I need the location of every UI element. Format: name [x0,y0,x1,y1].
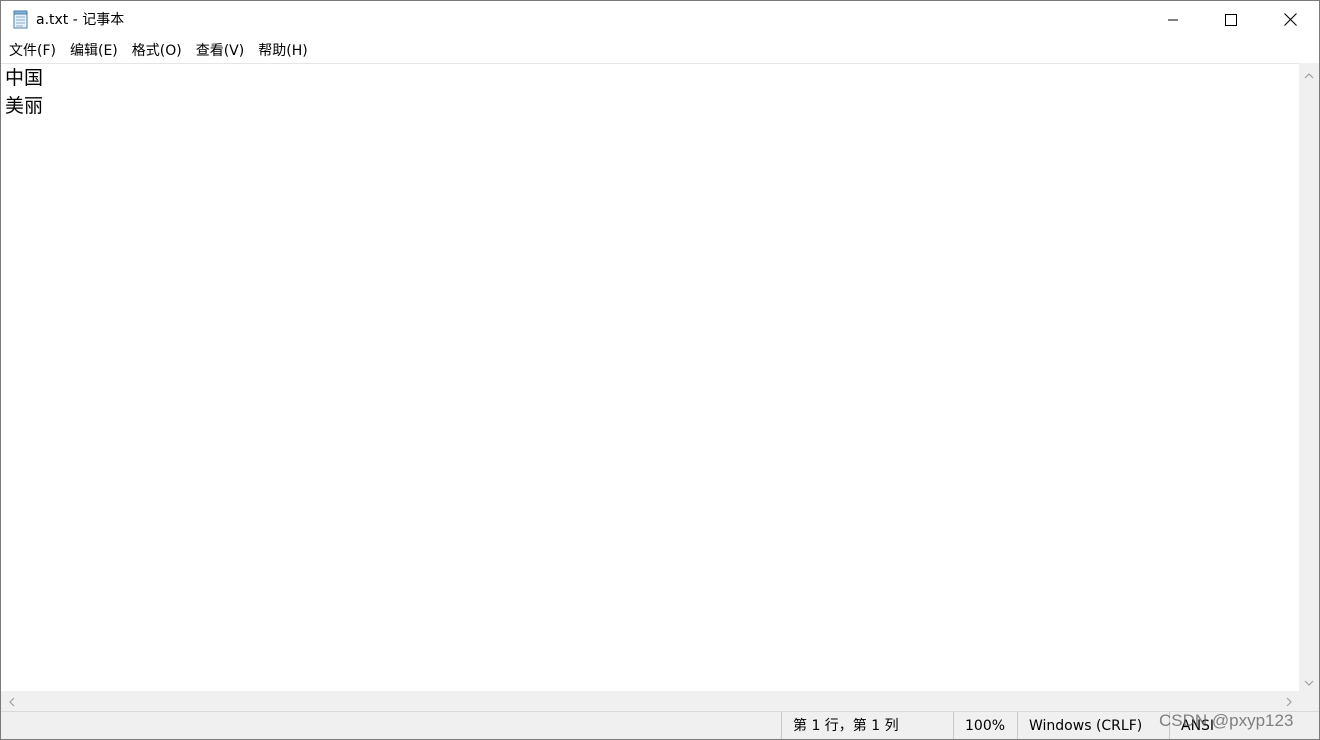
chevron-down-icon [1304,672,1314,691]
zoom-level: 100% [953,712,1017,739]
text-editor[interactable]: 中国 美丽 [1,63,1299,692]
line-ending: Windows (CRLF) [1017,712,1169,739]
editor-line[interactable]: 中国 [5,64,43,92]
editor-line[interactable]: 美丽 [5,92,43,120]
maximize-button[interactable] [1202,1,1260,39]
notepad-window: a.txt - 记事本 文件(F) 编辑(E) 格式(O) 查看(V) 帮助(H… [0,0,1320,740]
menu-help[interactable]: 帮助(H) [251,41,314,61]
status-bar: 第 1 行，第 1 列 100% Windows (CRLF) ANSI [1,711,1319,739]
menu-view[interactable]: 查看(V) [189,41,252,61]
scroll-right-button[interactable] [1279,691,1299,711]
horizontal-scrollbar[interactable] [1,691,1299,711]
close-button[interactable] [1261,1,1319,39]
menu-file[interactable]: 文件(F) [2,41,63,61]
minimize-button[interactable] [1144,1,1202,39]
scroll-left-button[interactable] [1,691,21,711]
minimize-icon [1167,11,1179,30]
maximize-icon [1225,11,1237,30]
menu-edit[interactable]: 编辑(E) [63,41,125,61]
scrollbar-corner [1299,691,1319,711]
cursor-position: 第 1 行，第 1 列 [781,712,953,739]
title-bar[interactable]: a.txt - 记事本 [1,1,1319,39]
chevron-left-icon [8,692,15,711]
scroll-down-button[interactable] [1299,671,1319,691]
window-title: a.txt - 记事本 [36,12,125,28]
scroll-up-button[interactable] [1299,63,1319,83]
vertical-scrollbar[interactable] [1299,63,1319,691]
watermark: CSDN @pxyp123 [1159,711,1294,730]
notepad-icon[interactable] [12,10,30,29]
menu-bar: 文件(F) 编辑(E) 格式(O) 查看(V) 帮助(H) [1,39,1319,63]
close-icon [1283,11,1297,30]
menu-format[interactable]: 格式(O) [125,41,189,61]
chevron-up-icon [1304,64,1314,83]
chevron-right-icon [1286,692,1293,711]
